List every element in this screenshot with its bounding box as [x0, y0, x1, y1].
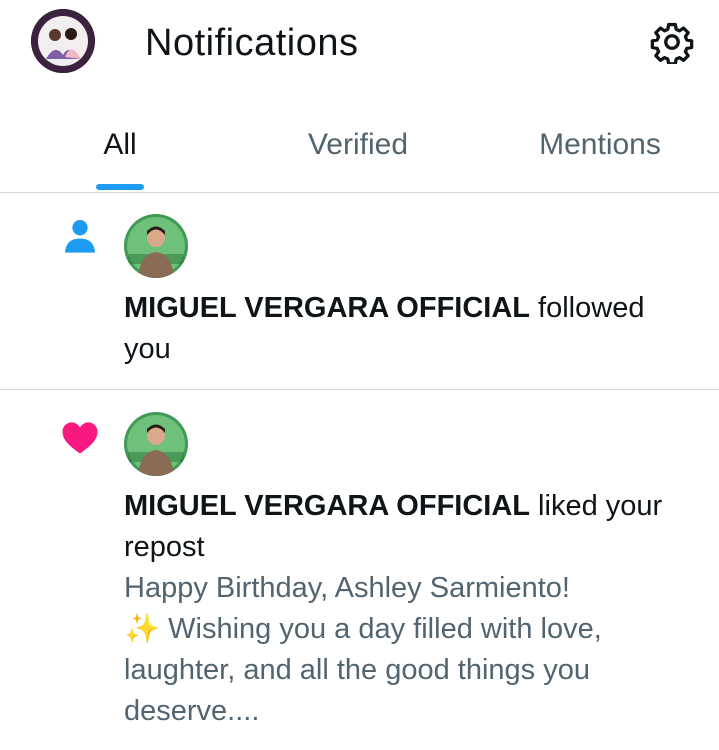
settings-button[interactable] — [648, 18, 696, 66]
person-icon — [58, 214, 102, 258]
active-tab-indicator — [96, 184, 144, 190]
tab-mentions[interactable]: Mentions — [500, 110, 700, 191]
tab-all[interactable]: All — [40, 110, 200, 191]
profile-avatar-image — [31, 9, 95, 73]
notification-text: MIGUEL VERGARA OFFICIAL followed you — [124, 288, 694, 370]
notification-like[interactable]: MIGUEL VERGARA OFFICIAL liked your repos… — [0, 390, 719, 750]
header: Notifications — [0, 0, 719, 92]
sender-avatar[interactable] — [124, 214, 188, 278]
sender-name[interactable]: MIGUEL VERGARA OFFICIAL — [124, 292, 530, 324]
quoted-line: Happy Birthday, Ashley Sarmiento! — [124, 572, 570, 604]
sender-avatar-image — [124, 412, 188, 476]
sender-avatar-image — [124, 214, 188, 278]
heart-icon — [58, 416, 102, 460]
sender-avatar[interactable] — [124, 412, 188, 476]
notification-follow[interactable]: MIGUEL VERGARA OFFICIAL followed you — [0, 192, 719, 390]
notification-text: MIGUEL VERGARA OFFICIAL liked your repos… — [124, 486, 694, 568]
tab-verified-label: Verified — [307, 128, 409, 161]
profile-avatar[interactable] — [31, 9, 95, 73]
tab-mentions-label: Mentions — [539, 128, 661, 161]
page-title: Notifications — [145, 22, 359, 64]
reposted-post-preview[interactable]: Happy Birthday, Ashley Sarmiento! ✨ Wish… — [124, 568, 694, 732]
quoted-line: ✨ Wishing you a day filled with love, la… — [124, 613, 602, 727]
sender-name[interactable]: MIGUEL VERGARA OFFICIAL — [124, 490, 530, 522]
gear-icon — [650, 22, 694, 64]
tab-verified[interactable]: Verified — [258, 110, 458, 191]
notifications-screen: Notifications All Verified Mentions MIGU… — [0, 0, 719, 750]
tab-bar: All Verified Mentions — [0, 110, 719, 193]
tab-all-label: All — [103, 128, 137, 161]
